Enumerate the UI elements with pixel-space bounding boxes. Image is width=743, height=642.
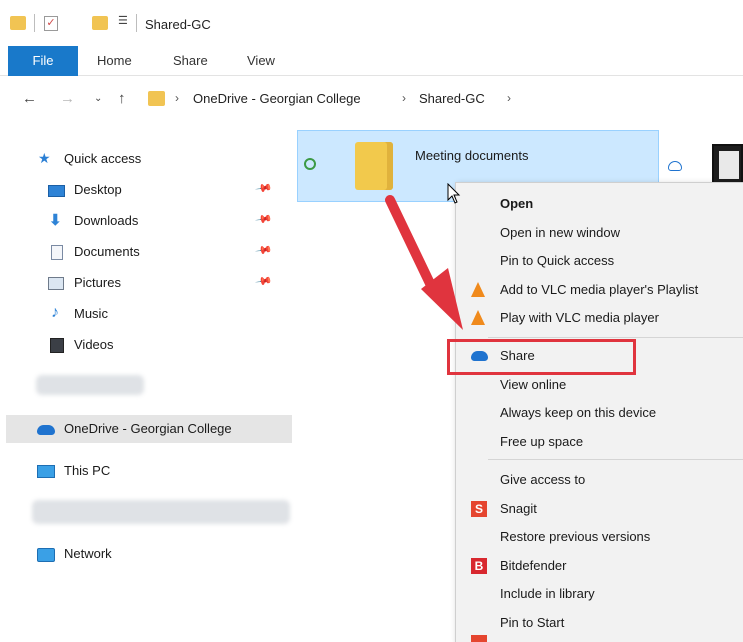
annotation-arrow [385, 195, 463, 330]
mouse-cursor-icon [447, 183, 461, 204]
